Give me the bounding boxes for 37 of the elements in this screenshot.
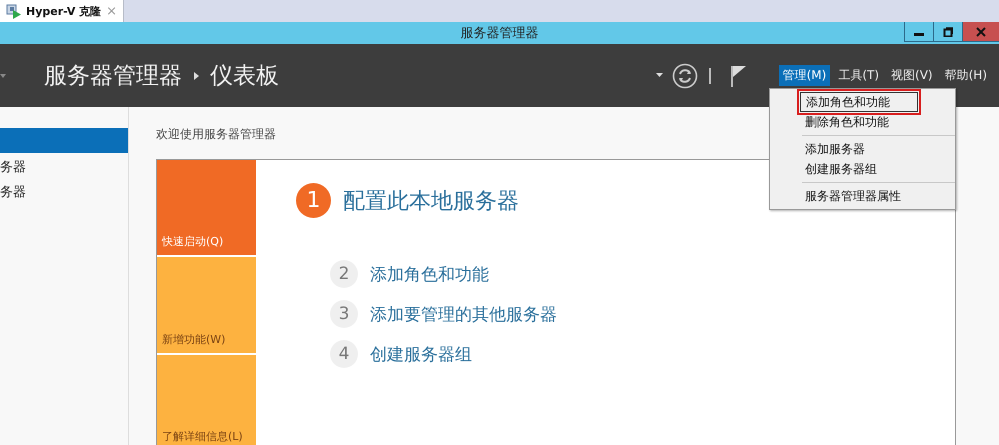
menu-item[interactable]: 工具(T) <box>834 65 884 86</box>
menu-option[interactable]: 服务器管理器属性 <box>800 186 918 206</box>
window-title: 服务器管理器 <box>460 25 538 42</box>
caret-icon[interactable] <box>656 73 663 78</box>
minimize-icon <box>914 33 924 36</box>
restore-icon <box>943 26 953 36</box>
sidebar-item[interactable]: 务器 <box>0 180 128 205</box>
step-number: 4 <box>330 340 358 368</box>
menu-option[interactable]: 创建服务器组 <box>800 159 918 179</box>
restore-button[interactable] <box>933 22 962 42</box>
welcome-heading: 欢迎使用服务器管理器 <box>156 126 276 143</box>
menu-option[interactable]: 添加服务器 <box>800 139 918 159</box>
flag-icon[interactable] <box>730 64 746 86</box>
refresh-icon[interactable] <box>672 62 698 88</box>
menu-option[interactable]: 删除角色和功能 <box>800 112 918 132</box>
step-link[interactable]: 创建服务器组 <box>370 342 472 366</box>
menu-item[interactable]: 帮助(H) <box>940 65 991 86</box>
menu-item[interactable]: 视图(V) <box>887 65 937 86</box>
step-link[interactable]: 配置此本地服务器 <box>343 186 519 216</box>
minimize-button[interactable] <box>904 22 933 42</box>
quick-start-tile[interactable]: 新增功能(W) <box>157 257 256 353</box>
breadcrumb-item[interactable]: 服务器管理器 <box>44 60 182 91</box>
chevron-icon <box>193 70 199 80</box>
menu-option[interactable]: 添加角色和功能 <box>800 92 918 112</box>
browser-tab[interactable]: Hyper-V 克隆 × <box>0 0 124 22</box>
breadcrumb-item[interactable]: 仪表板 <box>210 60 279 91</box>
step-link[interactable]: 添加角色和功能 <box>370 262 489 286</box>
step-number: 1 <box>296 183 331 218</box>
close-icon <box>976 26 986 36</box>
quick-start-tile[interactable]: 了解详细信息(L) <box>157 354 256 445</box>
vm-icon <box>6 3 22 19</box>
close-button[interactable] <box>962 22 999 42</box>
step-link[interactable]: 添加要管理的其他服务器 <box>370 302 557 326</box>
step-number: 3 <box>330 300 358 328</box>
sidebar-item[interactable]: 务器 <box>0 155 128 180</box>
menu-item[interactable]: 管理(M) <box>778 65 830 86</box>
step-number: 2 <box>330 260 358 288</box>
